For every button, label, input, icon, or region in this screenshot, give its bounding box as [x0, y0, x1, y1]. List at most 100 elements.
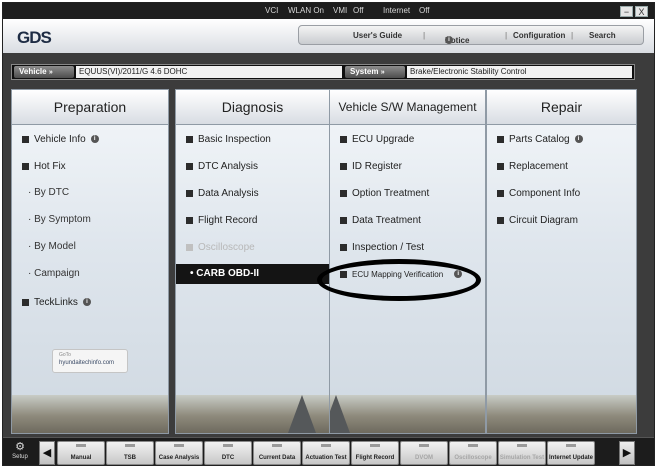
- vehicle-info-label: Vehicle Info: [34, 133, 86, 145]
- flight-record-item[interactable]: Flight Record: [186, 213, 257, 227]
- basic-inspection-label: Basic Inspection: [198, 133, 271, 145]
- basic-inspection-item[interactable]: Basic Inspection: [186, 132, 271, 146]
- toolbar-button-label: Case Analysis: [158, 455, 200, 461]
- button-icon: [370, 444, 380, 447]
- toolbar-manual-button[interactable]: Manual: [57, 441, 105, 465]
- carb-obd-ii-item[interactable]: • CARB OBD-II: [176, 264, 329, 284]
- arrow-left-icon: ◀: [42, 447, 52, 459]
- ecu-upgrade-label: ECU Upgrade: [352, 133, 415, 145]
- repair-title: Repair: [487, 90, 636, 125]
- toolbar-dtc-button[interactable]: DTC: [204, 441, 252, 465]
- toolbar-button-label: Oscilloscope: [454, 455, 492, 461]
- minimize-button[interactable]: −: [620, 6, 633, 17]
- data-treatment-item[interactable]: Data Treatment: [340, 213, 421, 227]
- data-analysis-item[interactable]: Data Analysis: [186, 186, 259, 200]
- vmi-state: Off: [353, 6, 364, 15]
- by-model-item[interactable]: · By Model: [28, 241, 76, 252]
- option-treatment-label: Option Treatment: [352, 187, 430, 199]
- toolbar-button-label: Flight Record: [355, 455, 395, 461]
- system-select-button[interactable]: System »: [345, 66, 405, 78]
- hyundai-techinfo-logo[interactable]: GoTo hyundaitechinfo.com: [52, 349, 128, 373]
- by-symptom-item[interactable]: · By Symptom: [28, 214, 91, 225]
- landscape-image: [487, 395, 636, 433]
- toolbar-tsb-button[interactable]: TSB: [106, 441, 154, 465]
- inspection-test-item[interactable]: Inspection / Test: [340, 240, 424, 254]
- bullet-icon: [497, 162, 504, 170]
- search-link[interactable]: Search: [589, 31, 616, 40]
- bullet-icon: [22, 162, 29, 170]
- bullet-icon: [186, 243, 193, 251]
- hot-fix-item[interactable]: Hot Fix: [22, 159, 66, 173]
- internet-status: Internet: [383, 6, 411, 15]
- system-label: System: [350, 67, 379, 76]
- parts-catalog-label: Parts Catalog: [509, 133, 570, 145]
- configuration-link[interactable]: Configuration: [513, 31, 565, 40]
- bullet-icon: [22, 135, 29, 143]
- toolbar-case-analysis-button[interactable]: Case Analysis: [155, 441, 203, 465]
- gds-logo: GDS: [17, 28, 52, 47]
- users-guide-link[interactable]: User's Guide: [353, 31, 402, 40]
- landscape-image: [12, 395, 168, 433]
- data-analysis-label: Data Analysis: [198, 187, 259, 199]
- campaign-item[interactable]: · Campaign: [28, 268, 80, 279]
- landscape-image: [330, 395, 485, 433]
- repair-column: Repair Parts Catalog i Replacement Compon…: [486, 89, 637, 434]
- vehicle-field[interactable]: EQUUS(VI)/2011/G 4.6 DOHC: [76, 66, 342, 78]
- replacement-item[interactable]: Replacement: [497, 159, 568, 173]
- gds-window: VCI WLAN On VMI Off Internet Off − X GDS…: [2, 2, 655, 466]
- toolbar-oscilloscope-button: Oscilloscope: [449, 441, 497, 465]
- setup-button[interactable]: ⚙ Setup: [9, 441, 31, 465]
- toolbar-internet-update-button[interactable]: Internet Update: [547, 441, 595, 465]
- button-icon: [468, 444, 478, 447]
- system-field[interactable]: Brake/Electronic Stability Control: [407, 66, 632, 78]
- chevron-right-icon: »: [48, 69, 53, 76]
- vehicle-select-button[interactable]: Vehicle »: [14, 66, 74, 78]
- info-icon: i: [445, 36, 453, 44]
- logo-goto-text: GoTo: [59, 352, 71, 358]
- button-icon: [223, 444, 233, 447]
- oscilloscope-item: Oscilloscope: [186, 240, 255, 254]
- toolbar-current-data-button[interactable]: Current Data: [253, 441, 301, 465]
- component-info-label: Component Info: [509, 187, 581, 199]
- internet-state: Off: [419, 6, 430, 15]
- bullet-icon: [497, 189, 504, 197]
- dtc-analysis-item[interactable]: DTC Analysis: [186, 159, 258, 173]
- id-register-item[interactable]: ID Register: [340, 159, 402, 173]
- info-icon: i: [90, 135, 99, 143]
- by-dtc-label: By DTC: [34, 187, 70, 198]
- scroll-right-button[interactable]: ▶: [619, 441, 635, 465]
- by-dtc-item[interactable]: · By DTC: [28, 187, 69, 198]
- button-icon: [174, 444, 184, 447]
- bullet-icon: [186, 162, 193, 170]
- logo-site-text: hyundaitechinfo.com: [59, 360, 115, 366]
- info-icon: i: [574, 135, 583, 143]
- button-icon: [566, 444, 576, 447]
- circuit-diagram-label: Circuit Diagram: [509, 214, 578, 226]
- toolbar-button-label: TSB: [124, 455, 136, 461]
- parts-catalog-item[interactable]: Parts Catalog i: [497, 132, 583, 146]
- vehicle-info-item[interactable]: Vehicle Info i: [22, 132, 99, 146]
- diagnosis-column: Diagnosis Basic Inspection DTC Analysis …: [175, 89, 330, 434]
- flight-record-label: Flight Record: [198, 214, 258, 226]
- component-info-item[interactable]: Component Info: [497, 186, 580, 200]
- close-button[interactable]: X: [635, 6, 648, 17]
- tecklinks-item[interactable]: TeckLinks i: [22, 295, 91, 309]
- ecu-upgrade-item[interactable]: ECU Upgrade: [340, 132, 414, 146]
- toolbar-button-label: Simulation Test: [499, 455, 545, 461]
- option-treatment-item[interactable]: Option Treatment: [340, 186, 429, 200]
- toolbar-flight-record-button[interactable]: Flight Record: [351, 441, 399, 465]
- toolbar-button-label: Actuation Test: [305, 455, 347, 461]
- app-header: GDS User's Guide | Notice i | Configurat…: [3, 19, 654, 53]
- setup-label: Setup: [12, 454, 28, 460]
- wlan-status: WLAN On: [288, 6, 325, 15]
- vehicle-sw-management-title: Vehicle S/W Management: [330, 90, 485, 125]
- circuit-diagram-item[interactable]: Circuit Diagram: [497, 213, 578, 227]
- button-icon: [419, 444, 429, 447]
- button-icon: [517, 444, 527, 447]
- status-bar: VCI WLAN On VMI Off Internet Off − X: [3, 3, 654, 19]
- toolbar-actuation-test-button[interactable]: Actuation Test: [302, 441, 350, 465]
- bullet-icon: [186, 216, 193, 224]
- landscape-image: [176, 395, 329, 433]
- road-graphic: [288, 395, 316, 433]
- scroll-left-button[interactable]: ◀: [39, 441, 55, 465]
